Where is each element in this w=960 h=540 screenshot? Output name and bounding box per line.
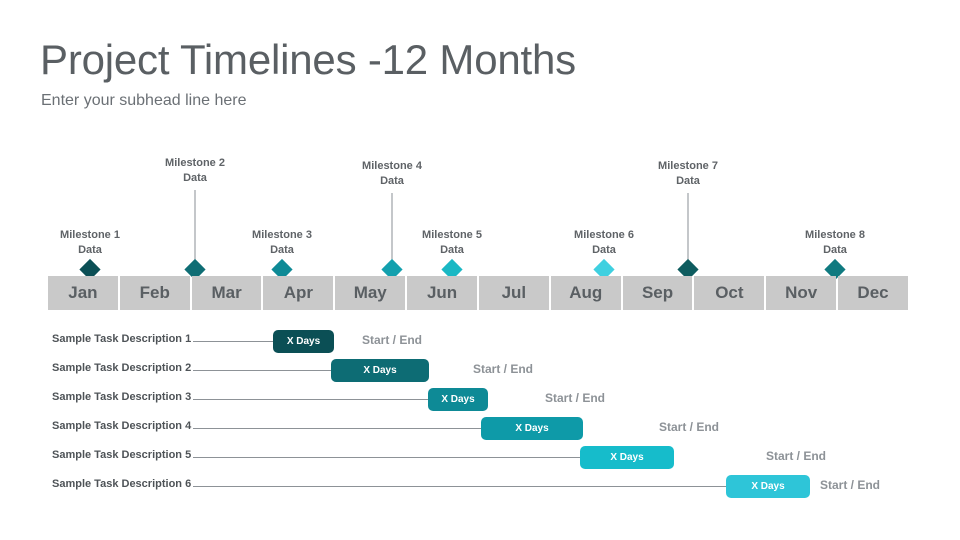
task-start-end-label: Start / End bbox=[545, 391, 606, 405]
task-start-end-label: Start / End bbox=[659, 420, 720, 434]
milestone-label-group: Milestone 1 Data bbox=[60, 228, 120, 258]
task-list: Sample Task Description 1 X Days Start / E… bbox=[0, 330, 960, 504]
milestone-data-label: Data bbox=[380, 175, 404, 187]
milestone-label-group: Milestone 7 Data bbox=[658, 159, 718, 189]
task-description-label: Sample Task Description 3 bbox=[52, 391, 192, 403]
milestone-title: Milestone 1 bbox=[60, 229, 120, 241]
task-duration-bar[interactable]: X Days bbox=[481, 417, 583, 440]
milestone-connector-line bbox=[687, 193, 689, 266]
milestone-label-group: Milestone 6 Data bbox=[574, 228, 634, 258]
task-leader-line bbox=[193, 457, 580, 458]
milestone-data-label: Data bbox=[78, 244, 102, 256]
milestone-label-group: Milestone 8 Data bbox=[805, 228, 865, 258]
milestone-data-label: Data bbox=[592, 244, 616, 256]
month-cell-apr[interactable]: Apr bbox=[263, 276, 334, 310]
milestone-data-label: Data bbox=[183, 172, 207, 184]
task-duration-bar[interactable]: X Days bbox=[428, 388, 488, 411]
task-row: Sample Task Description 1 X Days Start / E… bbox=[0, 330, 960, 359]
task-description-label: Sample Task Description 5 bbox=[52, 449, 192, 461]
milestone-connector-line bbox=[194, 190, 196, 266]
month-cell-jul[interactable]: Jul bbox=[478, 276, 549, 310]
milestone-data-label: Data bbox=[440, 244, 464, 256]
milestone-title: Milestone 6 bbox=[574, 229, 634, 241]
milestone-title: Milestone 7 bbox=[658, 160, 718, 172]
task-leader-line bbox=[193, 428, 481, 429]
milestone-connector-line bbox=[391, 193, 393, 266]
task-row: Sample Task Description 2 X Days Start / E… bbox=[0, 359, 960, 388]
milestone-data-label: Data bbox=[676, 175, 700, 187]
task-description-label: Sample Task Description 1 bbox=[52, 333, 192, 345]
task-row: Sample Task Description 6 X Days Start / E… bbox=[0, 475, 960, 504]
milestone-label-group: Milestone 5 Data bbox=[422, 228, 482, 258]
task-row: Sample Task Description 3 X Days Start / E… bbox=[0, 388, 960, 417]
task-start-end-label: Start / End bbox=[362, 333, 423, 347]
task-leader-line bbox=[193, 399, 428, 400]
task-description-label: Sample Task Description 6 bbox=[52, 478, 192, 490]
milestone-data-label: Data bbox=[823, 244, 847, 256]
month-cell-oct[interactable]: Oct bbox=[694, 276, 765, 310]
milestone-title: Milestone 2 bbox=[165, 157, 225, 169]
task-start-end-label: Start / End bbox=[766, 449, 827, 463]
milestone-title: Milestone 8 bbox=[805, 229, 865, 241]
task-duration-bar[interactable]: X Days bbox=[580, 446, 674, 469]
task-row: Sample Task Description 5 X Days Start / E… bbox=[0, 446, 960, 475]
task-description-label: Sample Task Description 4 bbox=[52, 420, 192, 432]
month-cell-dec[interactable]: Dec bbox=[838, 276, 908, 310]
milestone-title: Milestone 4 bbox=[362, 160, 422, 172]
task-start-end-label: Start / End bbox=[820, 478, 881, 492]
milestone-label-group: Milestone 3 Data bbox=[252, 228, 312, 258]
milestone-label-group: Milestone 2 Data bbox=[165, 156, 225, 186]
month-cell-feb[interactable]: Feb bbox=[119, 276, 190, 310]
month-cell-sep[interactable]: Sep bbox=[622, 276, 693, 310]
milestone-title: Milestone 3 bbox=[252, 229, 312, 241]
task-leader-line bbox=[193, 370, 331, 371]
month-cell-jun[interactable]: Jun bbox=[407, 276, 477, 310]
task-duration-bar[interactable]: X Days bbox=[273, 330, 334, 353]
task-leader-line bbox=[193, 486, 726, 487]
milestone-title: Milestone 5 bbox=[422, 229, 482, 241]
task-start-end-label: Start / End bbox=[473, 362, 534, 376]
task-description-label: Sample Task Description 2 bbox=[52, 362, 192, 374]
month-cell-aug[interactable]: Aug bbox=[550, 276, 621, 310]
month-cell-nov[interactable]: Nov bbox=[766, 276, 837, 310]
month-axis: Jan Feb Mar Apr May Jun Jul Aug Sep Oct Nov Dec bbox=[48, 276, 908, 310]
month-cell-mar[interactable]: Mar bbox=[191, 276, 262, 310]
milestone-label-group: Milestone 4 Data bbox=[362, 159, 422, 189]
task-leader-line bbox=[193, 341, 273, 342]
month-cell-jan[interactable]: Jan bbox=[48, 276, 118, 310]
milestone-data-label: Data bbox=[270, 244, 294, 256]
month-cell-may[interactable]: May bbox=[335, 276, 406, 310]
task-row: Sample Task Description 4 X Days Start / E… bbox=[0, 417, 960, 446]
task-duration-bar[interactable]: X Days bbox=[726, 475, 810, 498]
task-duration-bar[interactable]: X Days bbox=[331, 359, 429, 382]
